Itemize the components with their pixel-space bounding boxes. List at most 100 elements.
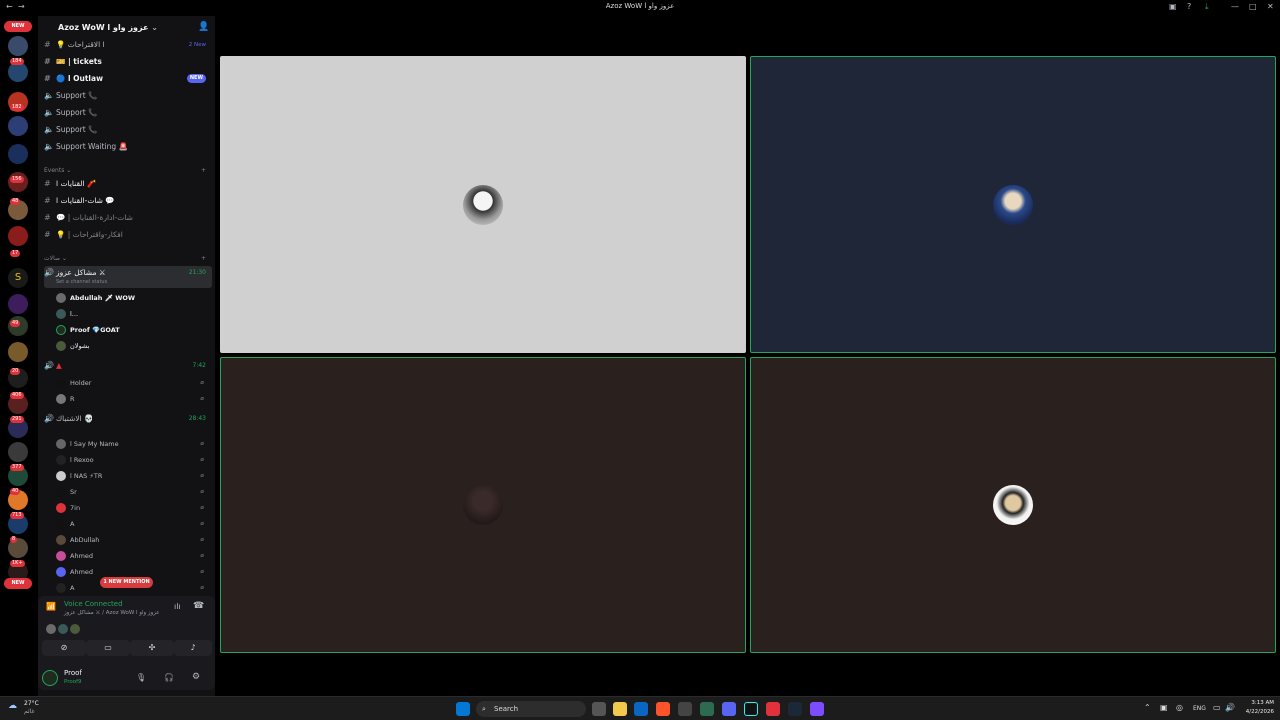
mention-badge: 184 <box>10 58 24 65</box>
task-view-icon[interactable] <box>592 702 606 716</box>
channel-item[interactable]: # 🔵 l Outlaw NEW <box>44 72 212 86</box>
participant-tile-speaking[interactable] <box>750 56 1276 353</box>
store-icon[interactable] <box>634 702 648 716</box>
add-channel-icon[interactable]: + <box>201 255 206 262</box>
network-icon[interactable]: ▭ <box>1213 703 1221 712</box>
channel-item[interactable]: # القنايات ا 🧨 <box>44 177 212 191</box>
minimize-icon[interactable]: — <box>1231 2 1239 11</box>
discord-icon[interactable] <box>722 702 736 716</box>
voice-user[interactable]: R ⌀ <box>56 392 208 406</box>
voice-user[interactable]: Ahmed ⌀ <box>56 549 208 563</box>
search-box[interactable]: ⌕ Search <box>476 701 586 717</box>
start-icon[interactable] <box>456 702 470 716</box>
tray-icon[interactable]: ◎ <box>1176 703 1183 712</box>
server-icon[interactable] <box>8 226 28 246</box>
download-icon[interactable]: ⤓ <box>1205 2 1209 12</box>
speaker-icon: 🔊 <box>44 268 54 277</box>
app-icon[interactable] <box>678 702 692 716</box>
noise-suppression-icon[interactable]: ılı <box>174 602 181 611</box>
disconnect-icon[interactable]: ☎ <box>193 601 204 611</box>
category-voice[interactable]: صالات ⌄ + <box>44 255 206 262</box>
voice-user[interactable]: AbDullah ⌀ <box>56 533 208 547</box>
voice-channel-item[interactable]: 🔈 Support 📞 <box>44 106 212 120</box>
voice-channel-item[interactable]: 🔊 الاشتباك 💀 28:43 <box>44 412 212 434</box>
tray-icon[interactable]: ▣ <box>1160 703 1168 712</box>
tray-chevron-icon[interactable]: ⌃ <box>1144 703 1151 712</box>
voice-user[interactable]: Abdullah 🗡 WOW <box>56 291 208 305</box>
server-header[interactable]: Azoz WoW l عزوز واو ⌄ <box>38 16 215 40</box>
file-explorer-icon[interactable] <box>613 702 627 716</box>
voice-channel-item[interactable]: 🔈 Support 📞 <box>44 89 212 103</box>
speaker-icon: 🔈 <box>44 142 54 151</box>
server-icon[interactable] <box>8 36 28 56</box>
muted-mic-icon: ⌀ <box>200 395 204 402</box>
mention-badge: 291 <box>10 416 24 423</box>
user-panel: Proof Proof9 🎙 🎧 ⚙ <box>38 666 215 692</box>
maximize-icon[interactable]: □ <box>1249 2 1257 11</box>
clock-date[interactable]: 4/22/2026 <box>1236 709 1274 715</box>
channel-item[interactable]: # شات-القنايات ا 💬 <box>44 194 212 208</box>
participant-tile-speaking[interactable] <box>220 357 746 653</box>
invite-icon[interactable]: 👤 <box>198 22 209 32</box>
server-icon[interactable] <box>8 342 28 362</box>
voice-channel-item[interactable]: 🔊 ▲ 7:42 <box>44 359 212 373</box>
voice-user[interactable]: Proof 💎GOAT <box>56 323 208 337</box>
server-icon[interactable] <box>8 442 28 462</box>
share-screen-button[interactable]: ▭ <box>86 640 130 656</box>
headphones-icon[interactable]: 🎧 <box>164 673 174 682</box>
steam-icon[interactable] <box>788 702 802 716</box>
microphone-icon[interactable]: 🎙 <box>136 673 146 682</box>
channel-item[interactable]: # 🎫 | tickets <box>44 55 212 69</box>
server-icon[interactable] <box>8 116 28 136</box>
mention-badge: 713 <box>10 512 24 519</box>
window-title: Azoz WoW l عزوز واو <box>605 2 675 10</box>
language-indicator[interactable]: ENG <box>1193 705 1206 712</box>
voice-channel-item[interactable]: 🔈 Support Waiting 🚨 <box>44 140 212 154</box>
channel-status[interactable]: Set a channel status <box>56 277 107 287</box>
server-icon[interactable] <box>8 62 28 82</box>
app-icon[interactable] <box>810 702 824 716</box>
new-unreads-pill[interactable]: NEW <box>4 21 32 32</box>
voice-user[interactable]: l NAS ⚡TR ⌀ <box>56 469 208 483</box>
new-unreads-pill[interactable]: NEW <box>4 578 32 589</box>
new-mention-pill[interactable]: 1 NEW MENTION <box>100 577 153 588</box>
add-channel-icon[interactable]: + <box>201 167 206 174</box>
voice-channel-active[interactable]: 🔊 مشاكل عزوز ⚔ 21:30 Set a channel status <box>44 266 212 288</box>
server-icon[interactable] <box>8 294 28 314</box>
clock-time[interactable]: 3:13 AM <box>1244 700 1274 706</box>
signal-icon[interactable]: 📶 <box>46 602 56 611</box>
voice-channel-path[interactable]: مشاكل عزوز ⚔ / Azoz WoW l عزوز واو <box>64 610 160 616</box>
camera-off-button[interactable]: ⊘ <box>42 640 86 656</box>
avatar <box>56 567 66 577</box>
voice-user[interactable]: l... <box>56 307 208 321</box>
channel-item[interactable]: # 💡 ا الاقتراحات 2 New <box>44 38 212 52</box>
weather-icon[interactable]: ☁ <box>8 701 17 711</box>
voice-user[interactable]: l Rexoo ⌀ <box>56 453 208 467</box>
voice-user[interactable]: A ⌀ <box>56 517 208 531</box>
channel-item[interactable]: # 💡 | افكار-واقتراحات <box>44 228 212 242</box>
tiktok-icon[interactable] <box>744 702 758 716</box>
voice-user[interactable]: بشولان <box>56 339 208 353</box>
brave-browser-icon[interactable] <box>656 702 670 716</box>
voice-channel-item[interactable]: 🔈 Support 📞 <box>44 123 212 137</box>
participant-tile-speaking[interactable] <box>750 357 1276 653</box>
adobe-icon[interactable] <box>766 702 780 716</box>
avatar[interactable] <box>42 670 58 686</box>
xbox-icon[interactable] <box>700 702 714 716</box>
voice-user[interactable]: Sr ⌀ <box>56 485 208 499</box>
inbox-icon[interactable]: ▣ <box>1169 2 1177 11</box>
voice-user[interactable]: l Say My Name ⌀ <box>56 437 208 451</box>
close-icon[interactable]: ✕ <box>1267 2 1274 11</box>
soundboard-button[interactable]: ♪ <box>174 640 212 656</box>
help-icon[interactable]: ? <box>1187 2 1191 11</box>
category-events[interactable]: Events ⌄ + <box>44 167 206 174</box>
server-icon[interactable]: S <box>8 268 28 288</box>
voice-user[interactable]: 7in ⌀ <box>56 501 208 515</box>
voice-user[interactable]: Holder ⌀ <box>56 376 208 390</box>
participant-tile[interactable] <box>220 56 746 353</box>
volume-icon[interactable]: 🔊 <box>1225 703 1235 712</box>
activities-button[interactable]: ✣ <box>130 640 174 656</box>
channel-item[interactable]: # 💬 | شات-ادارة-القنايات <box>44 211 212 225</box>
settings-gear-icon[interactable]: ⚙ <box>192 672 200 682</box>
server-icon[interactable] <box>8 144 28 164</box>
